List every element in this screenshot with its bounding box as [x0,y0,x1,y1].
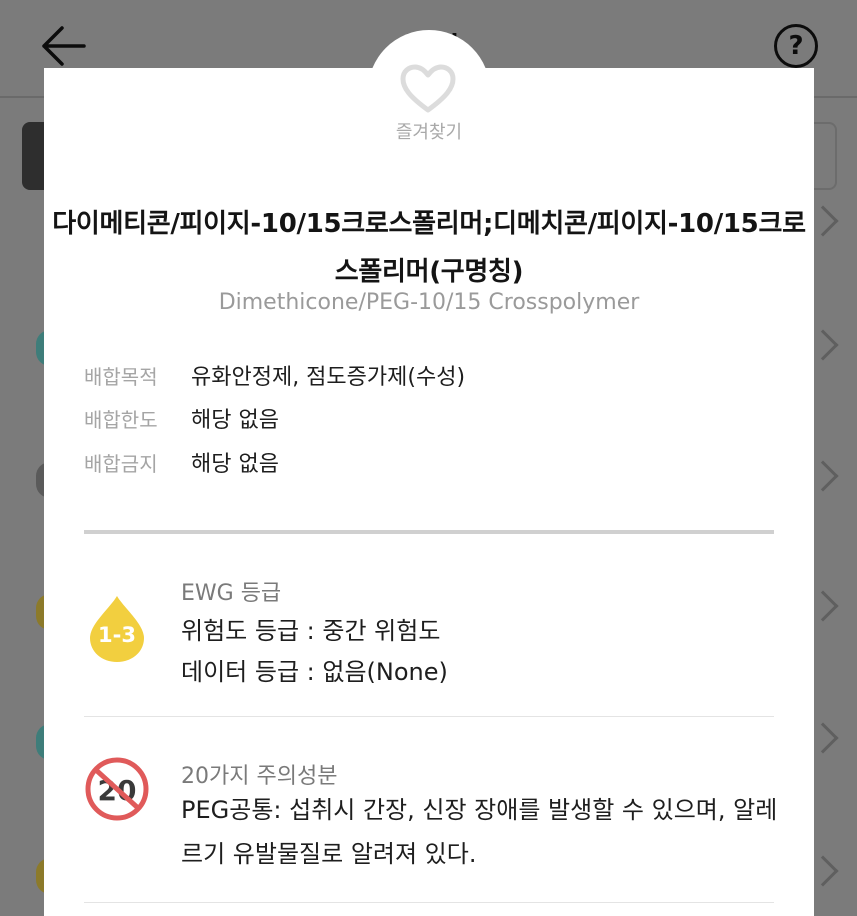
section-divider [84,530,774,534]
info-row-prohibited: 배합금지 해당 없음 [84,445,279,479]
ewg-grade-badge-text: 1-3 [98,623,136,647]
info-row-limit: 배합한도 해당 없음 [84,401,279,435]
info-value: 해당 없음 [191,408,279,433]
section-divider [84,716,774,717]
info-value: 유화안정제, 점도증가제(수성) [191,365,466,390]
info-key: 배합금지 [84,451,158,476]
heart-icon[interactable] [400,64,456,114]
ewg-hazard-grade: 위험도 등급 : 중간 위험도 [181,617,441,645]
info-key: 배합한도 [84,407,158,432]
background-input-edge [813,122,837,190]
back-arrow-icon[interactable] [40,24,86,68]
caution-20-title: 20가지 주의성분 [181,764,338,789]
help-icon[interactable]: ? [774,24,818,68]
ingredient-name-english: Dimethicone/PEG-10/15 Crosspolymer [218,290,640,315]
section-divider [84,902,774,903]
info-value: 해당 없음 [191,452,279,477]
favorite-label: 즐겨찾기 [395,122,463,143]
ewg-grade-drop-icon: 1-3 [90,596,144,662]
info-row-purpose: 배합목적 유화안정제, 점도증가제(수성) [84,358,465,392]
ingredient-name-korean: 다이메티콘/피이지-10/15크로스폴리머;디메치콘/피이지-10/15크로스폴… [52,209,806,287]
caution-20-description: PEG공통: 섭취시 간장, 신장 장애를 발생할 수 있으며, 알레르기 유발… [181,796,778,868]
ewg-data-grade: 데이터 등급 : 없음(None) [181,658,448,686]
caution-20-icon: 20 [85,757,149,821]
ewg-title: EWG 등급 [181,581,282,606]
info-key: 배합목적 [84,364,158,389]
